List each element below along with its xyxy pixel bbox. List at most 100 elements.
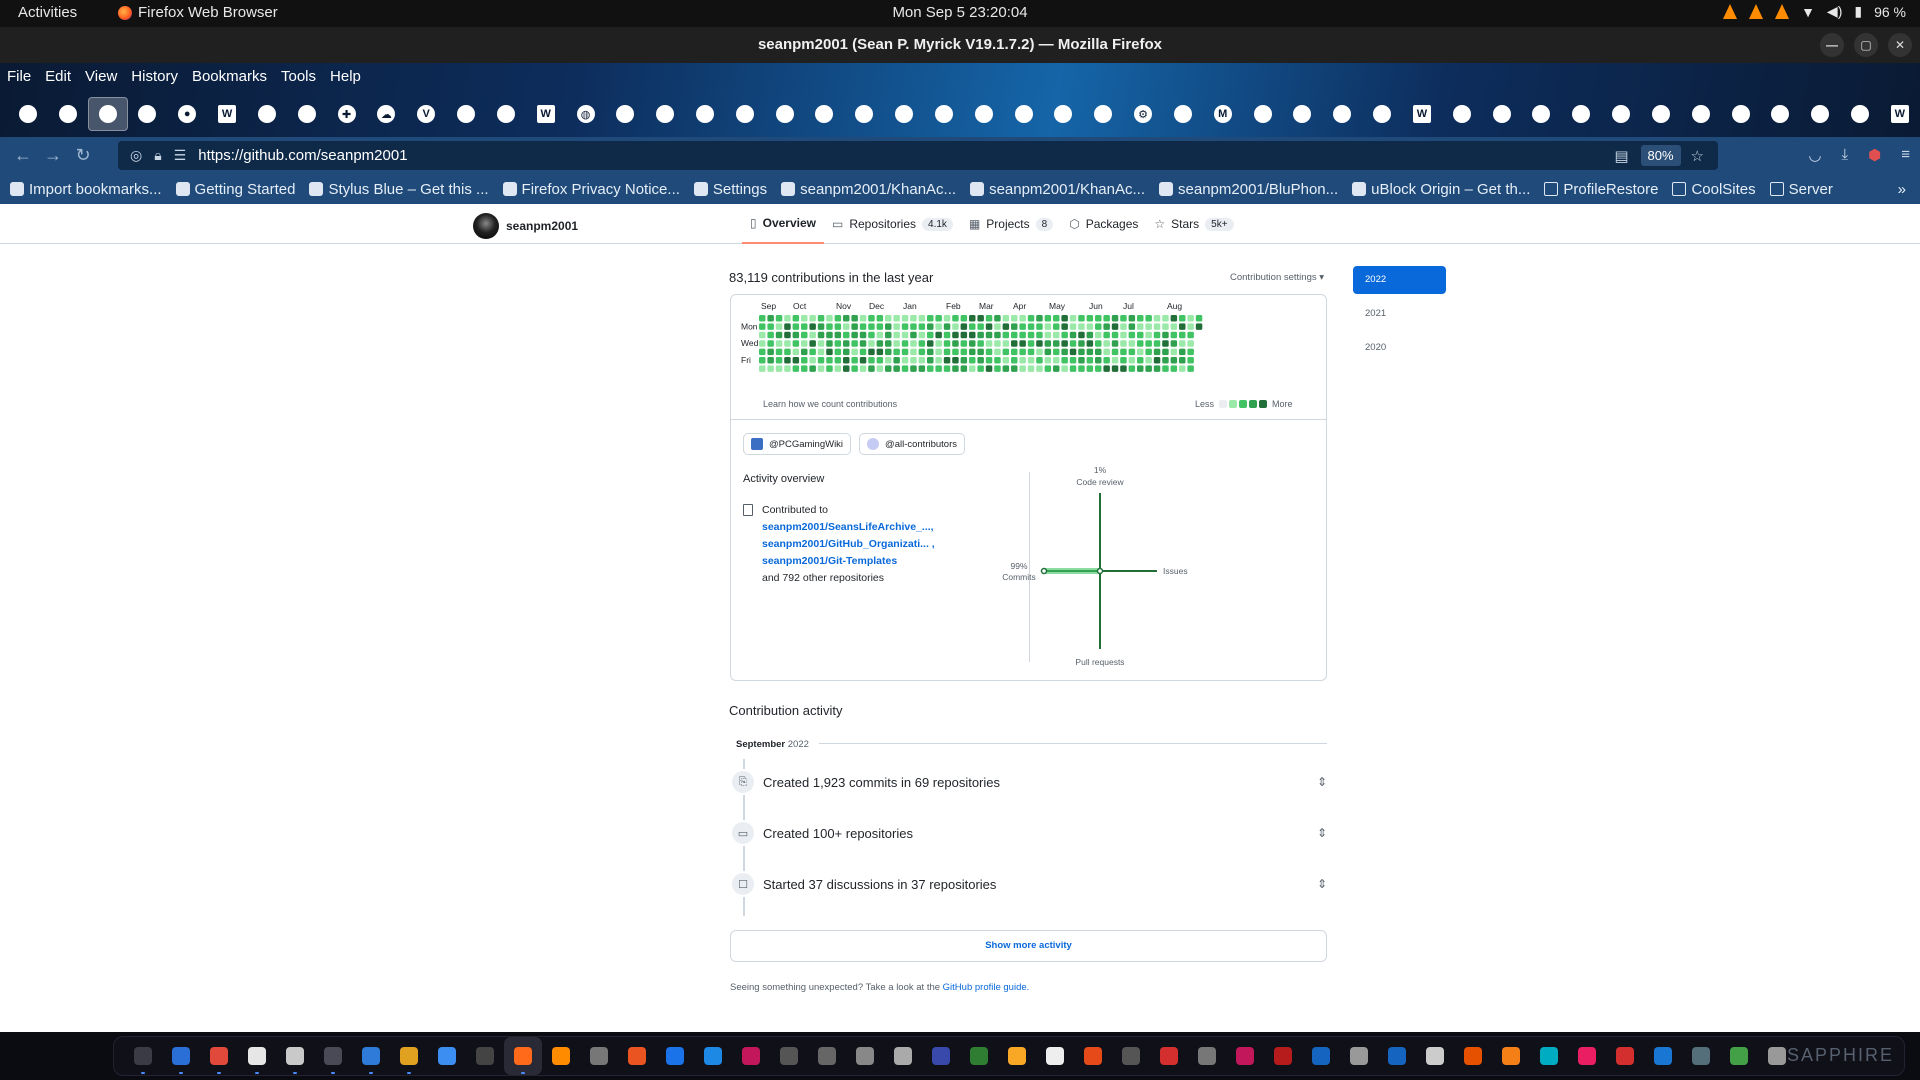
contribution-day[interactable] [784, 331, 791, 339]
contribution-day[interactable] [775, 348, 783, 356]
contribution-day[interactable] [1044, 315, 1052, 322]
contribution-day[interactable] [1111, 340, 1119, 347]
contribution-day[interactable] [1170, 331, 1178, 339]
maximize-button[interactable]: ▢ [1854, 33, 1878, 57]
contribution-day[interactable] [969, 331, 976, 339]
dock-item[interactable] [1302, 1037, 1340, 1075]
contribution-day[interactable] [809, 357, 816, 364]
contribution-day[interactable] [1103, 323, 1110, 330]
browser-tab[interactable] [1083, 97, 1123, 131]
contribution-day[interactable] [1086, 357, 1094, 364]
contribution-day[interactable] [960, 348, 968, 356]
contribution-day[interactable] [826, 340, 833, 347]
contribution-day[interactable] [1011, 340, 1018, 347]
contribution-day[interactable] [1078, 340, 1085, 347]
contribution-day[interactable] [1162, 348, 1169, 356]
contribution-day[interactable] [1011, 331, 1018, 339]
contribution-day[interactable] [885, 331, 892, 339]
contribution-day[interactable] [1103, 331, 1110, 339]
contribution-day[interactable] [834, 357, 842, 364]
contribution-day[interactable] [1053, 331, 1060, 339]
contribution-day[interactable] [1128, 340, 1136, 347]
activity-item[interactable]: ⎘ Created 1,923 commits in 69 repositori… [729, 767, 1327, 797]
dock-item[interactable] [542, 1037, 580, 1075]
contribution-day[interactable] [1111, 365, 1119, 372]
dock-item[interactable] [1226, 1037, 1264, 1075]
contribution-day[interactable] [1187, 348, 1194, 356]
contribution-day[interactable] [918, 340, 926, 347]
contribution-day[interactable] [1027, 365, 1035, 372]
contribution-day[interactable] [1170, 340, 1178, 347]
contribution-day[interactable] [834, 348, 842, 356]
browser-tab[interactable] [1362, 97, 1402, 131]
contribution-day[interactable] [767, 315, 774, 322]
contribution-day[interactable] [1145, 357, 1152, 364]
browser-tab[interactable] [765, 97, 805, 131]
contribution-day[interactable] [859, 357, 867, 364]
dock-item[interactable] [428, 1037, 466, 1075]
contribution-day[interactable] [826, 315, 833, 322]
dock-item[interactable] [922, 1037, 960, 1075]
dock-item[interactable] [1720, 1037, 1758, 1075]
wifi-icon[interactable]: ▼ [1801, 4, 1815, 20]
contribution-day[interactable] [1011, 348, 1018, 356]
contribution-day[interactable] [1153, 340, 1161, 347]
contribution-day[interactable] [1044, 331, 1052, 339]
contribution-day[interactable] [817, 348, 825, 356]
contribution-day[interactable] [1187, 315, 1194, 322]
contribution-day[interactable] [801, 348, 808, 356]
contribution-day[interactable] [876, 331, 884, 339]
contribution-day[interactable] [985, 357, 993, 364]
contribution-day[interactable] [1103, 348, 1110, 356]
org-chip-pcgamingwiki[interactable]: @PCGamingWiki [743, 433, 852, 455]
contribution-day[interactable] [885, 340, 892, 347]
contribution-day[interactable] [994, 357, 1001, 364]
browser-tab[interactable] [1521, 97, 1561, 131]
contribution-day[interactable] [910, 348, 917, 356]
contribution-day[interactable] [1061, 315, 1068, 322]
contribution-day[interactable] [1120, 323, 1127, 330]
contribution-day[interactable] [1137, 323, 1144, 330]
browser-tab[interactable]: ◍ [566, 97, 606, 131]
contribution-day[interactable] [868, 323, 875, 330]
bookmark-item[interactable]: seanpm2001/BluPhon... [1159, 181, 1338, 198]
contribution-day[interactable] [759, 348, 766, 356]
contribution-day[interactable] [759, 331, 766, 339]
dock-item[interactable] [846, 1037, 884, 1075]
browser-tab[interactable]: ● [167, 97, 207, 131]
contribution-day[interactable] [885, 365, 892, 372]
contribution-day[interactable] [985, 315, 993, 322]
minimize-button[interactable]: — [1820, 33, 1844, 57]
contribution-day[interactable] [1069, 348, 1077, 356]
activity-item[interactable]: ▭ Created 100+ repositories ⇕ [729, 818, 1327, 848]
contribution-day[interactable] [792, 357, 800, 364]
year-button[interactable]: 2022 [1353, 266, 1446, 294]
contribution-day[interactable] [826, 348, 833, 356]
contribution-day[interactable] [1179, 365, 1186, 372]
contribution-day[interactable] [1011, 365, 1018, 372]
contribution-day[interactable] [977, 340, 984, 347]
contribution-day[interactable] [1153, 348, 1161, 356]
browser-tab[interactable] [48, 97, 88, 131]
contribution-day[interactable] [901, 323, 909, 330]
contribution-day[interactable] [1111, 331, 1119, 339]
browser-tab[interactable] [446, 97, 486, 131]
contribution-day[interactable] [1053, 340, 1060, 347]
contribution-day[interactable] [1069, 323, 1077, 330]
contribution-day[interactable] [868, 340, 875, 347]
dock-item[interactable] [1264, 1037, 1302, 1075]
contribution-day[interactable] [935, 315, 942, 322]
browser-tab[interactable] [1004, 97, 1044, 131]
contribution-day[interactable] [985, 340, 993, 347]
contribution-day[interactable] [826, 331, 833, 339]
contribution-day[interactable] [801, 323, 808, 330]
zoom-level[interactable]: 80% [1640, 145, 1681, 166]
profile-guide-link[interactable]: GitHub profile guide. [943, 982, 1030, 993]
contribution-day[interactable] [1162, 323, 1169, 330]
contribution-day[interactable] [943, 323, 951, 330]
dock-item[interactable] [1454, 1037, 1492, 1075]
contribution-day[interactable] [784, 323, 791, 330]
contribution-day[interactable] [1002, 348, 1010, 356]
dock-item[interactable] [238, 1037, 276, 1075]
activity-item[interactable]: ☐ Started 37 discussions in 37 repositor… [729, 869, 1327, 899]
